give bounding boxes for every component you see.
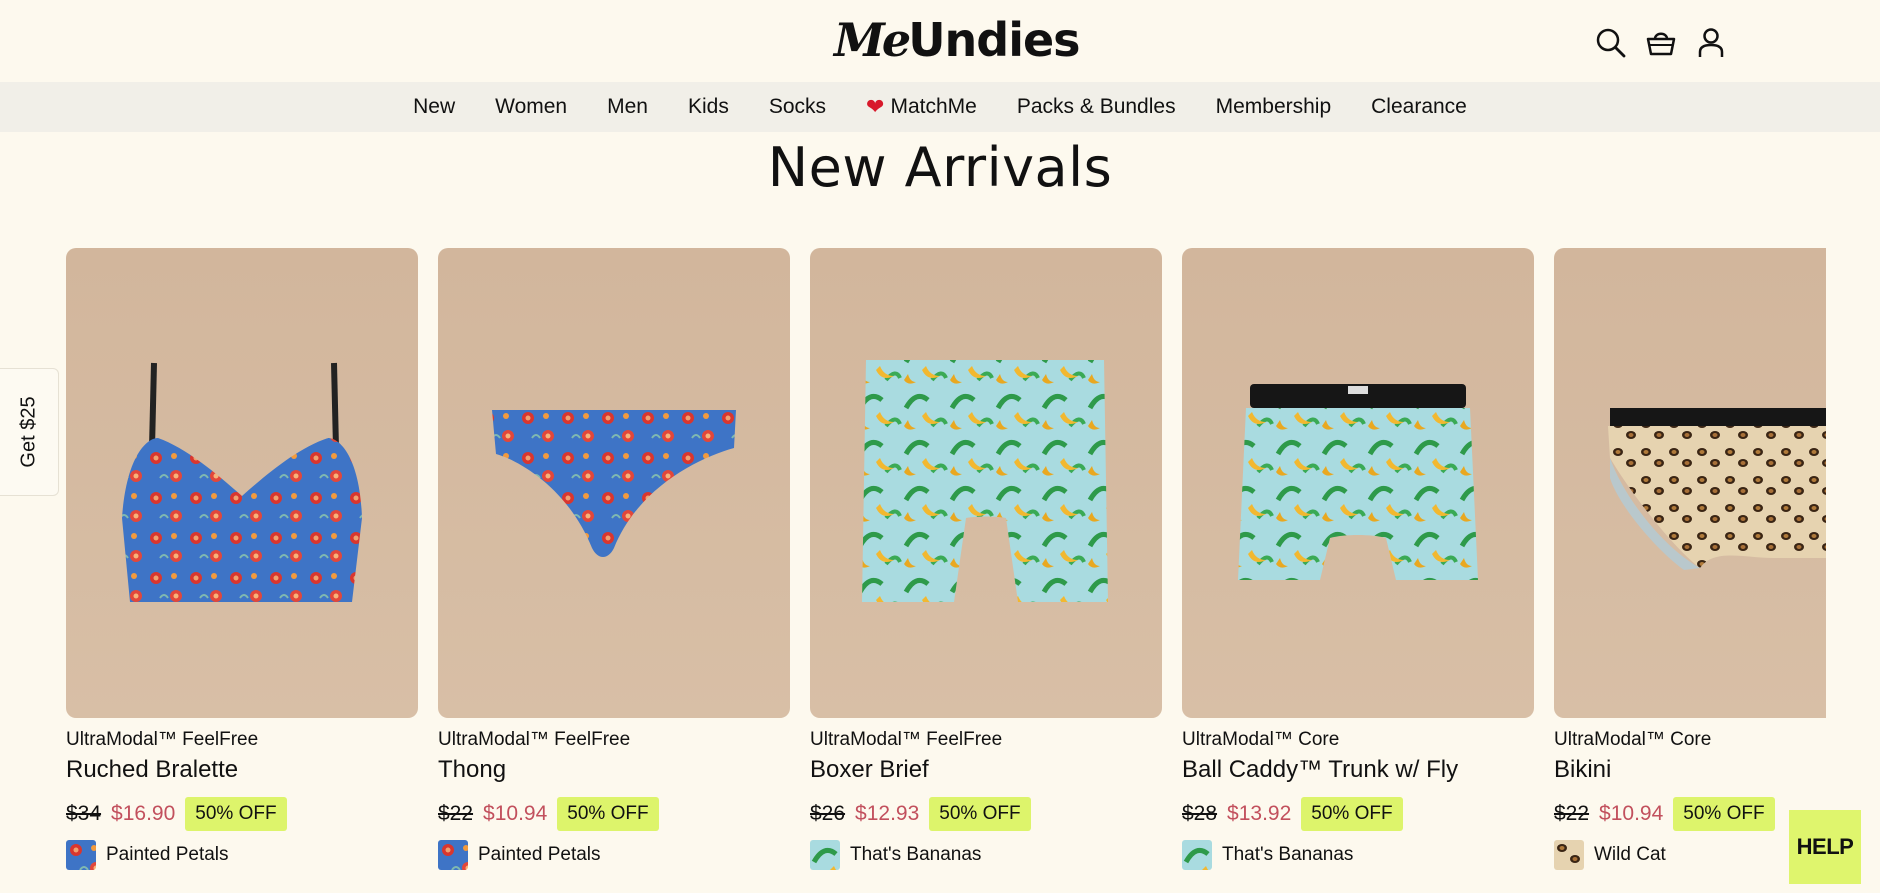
get-25-label: Get $25 [17,396,40,468]
heart-icon: ❤ [866,94,885,119]
print-name: Painted Petals [106,844,229,865]
nav-item-membership[interactable]: Membership [1196,82,1352,132]
product-card[interactable]: UltraModal™ FeelFree Boxer Brief $26 $12… [810,248,1162,874]
product-card[interactable]: UltraModal™ FeelFree Thong $22 $10.94 50… [438,248,790,874]
color-swatch[interactable] [438,840,468,870]
original-price: $22 [438,802,474,825]
nav-item-new[interactable]: New [393,82,475,132]
nav-item-packs-bundles[interactable]: Packs & Bundles [997,82,1196,132]
product-name[interactable]: Ruched Bralette [66,754,418,786]
discount-badge: 50% OFF [929,797,1031,831]
discount-badge: 50% OFF [557,797,659,831]
product-collection: UltraModal™ FeelFree [438,729,631,750]
product-name[interactable]: Boxer Brief [810,754,1162,786]
print-name: Painted Petals [478,844,601,865]
discount-badge: 50% OFF [1673,797,1775,831]
original-price: $34 [66,802,102,825]
original-price: $28 [1182,802,1218,825]
print-name: Wild Cat [1594,844,1666,865]
color-swatch[interactable] [66,840,96,870]
meundies-logo[interactable]: MeUndies [834,14,1081,66]
print-name: That's Bananas [1222,844,1354,865]
product-image[interactable] [1554,248,1826,718]
print-name: That's Bananas [850,844,982,865]
search-icon[interactable] [1594,26,1628,60]
sale-price: $12.93 [855,802,920,825]
product-collection: UltraModal™ FeelFree [66,729,259,750]
nav-item-matchme[interactable]: ❤ MatchMe [846,82,997,132]
product-collection: UltraModal™ Core [1554,729,1712,750]
product-image[interactable] [66,248,418,718]
account-icon[interactable] [1694,26,1728,60]
product-name[interactable]: Bikini [1554,754,1826,786]
original-price: $22 [1554,802,1590,825]
nav-item-socks[interactable]: Socks [749,82,846,132]
sale-price: $10.94 [1599,802,1664,825]
sale-price: $13.92 [1227,802,1292,825]
original-price: $26 [810,802,846,825]
product-collection: UltraModal™ Core [1182,729,1340,750]
section-title: New Arrivals [767,136,1113,199]
product-card[interactable]: UltraModal™ Core Ball Caddy™ Trunk w/ Fl… [1182,248,1534,874]
sale-price: $16.90 [111,802,176,825]
site-header: MeUndies [0,0,1880,82]
nav-item-kids[interactable]: Kids [668,82,749,132]
product-collection: UltraModal™ FeelFree [810,729,1003,750]
help-button[interactable]: HELP [1789,810,1861,884]
nav-item-women[interactable]: Women [475,82,587,132]
cart-icon[interactable] [1644,26,1678,60]
product-carousel: UltraModal™ FeelFree Ruched Bralette $34… [66,248,1826,893]
product-image[interactable] [810,248,1162,718]
product-image[interactable] [438,248,790,718]
product-name[interactable]: Thong [438,754,790,786]
discount-badge: 50% OFF [1301,797,1403,831]
product-image[interactable] [1182,248,1534,718]
color-swatch[interactable] [810,840,840,870]
sale-price: $10.94 [483,802,548,825]
nav-item-clearance[interactable]: Clearance [1351,82,1487,132]
nav-item-men[interactable]: Men [587,82,668,132]
color-swatch[interactable] [1182,840,1212,870]
main-nav: New Women Men Kids Socks ❤ MatchMe Packs … [0,82,1880,132]
color-swatch[interactable] [1554,840,1584,870]
product-card[interactable]: UltraModal™ FeelFree Ruched Bralette $34… [66,248,418,874]
get-25-tab[interactable]: Get $25 [0,368,59,496]
discount-badge: 50% OFF [185,797,287,831]
product-name[interactable]: Ball Caddy™ Trunk w/ Fly [1182,754,1534,786]
product-card[interactable]: UltraModal™ Core Bikini $22 $10.94 50% O… [1554,248,1826,874]
